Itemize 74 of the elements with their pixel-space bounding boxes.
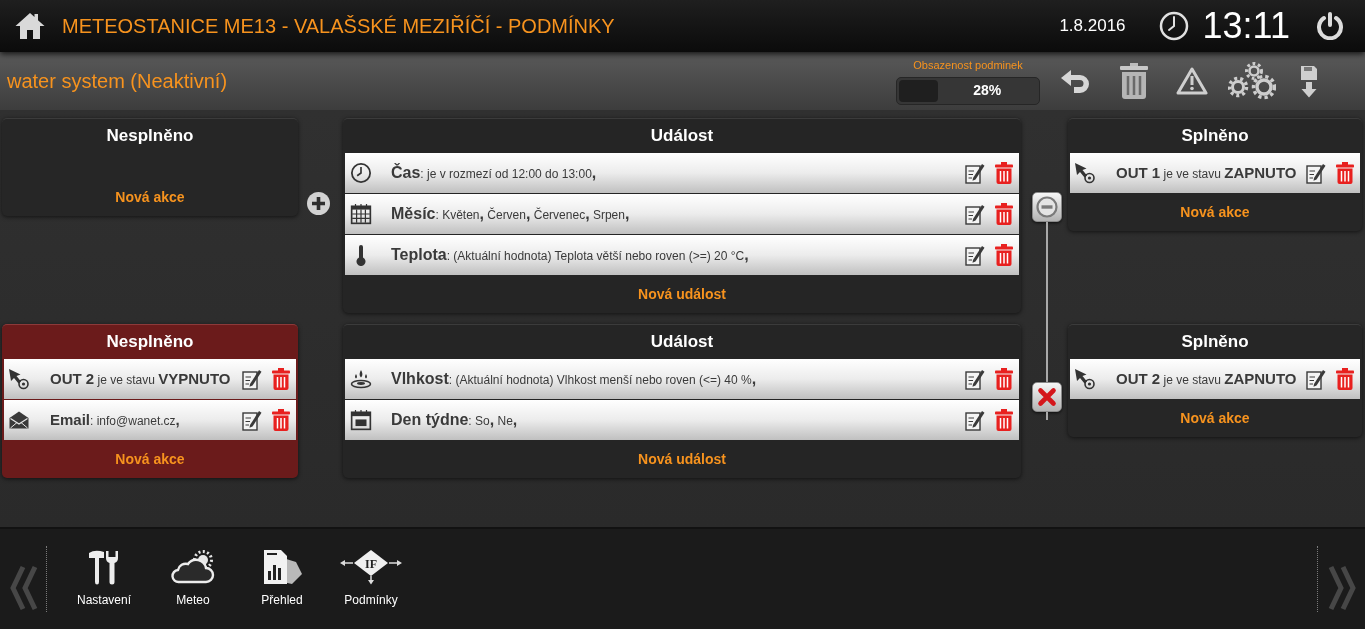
new-action-link[interactable]: Nová akce (1180, 407, 1250, 429)
home-icon[interactable] (14, 10, 46, 42)
panel-title: Splněno (1181, 125, 1249, 148)
condition-text: Vlhkost: (Aktuální hodnota) Vlhkost menší nebo roven (<=) 40 %, (391, 369, 757, 389)
edit-icon[interactable] (965, 368, 985, 390)
power-icon[interactable] (1316, 12, 1344, 40)
gears-icon[interactable] (1228, 62, 1276, 100)
floppy-download-icon[interactable] (1300, 64, 1318, 98)
chart-document-icon (261, 549, 303, 585)
delete-icon[interactable] (995, 368, 1013, 390)
delete-button[interactable] (1032, 382, 1062, 412)
plus-circle-icon[interactable] (307, 192, 330, 215)
new-action-link[interactable]: Nová akce (115, 186, 185, 208)
condition-text: Den týdne: So, Ne, (391, 410, 518, 430)
progress-reading: 28% (973, 81, 1002, 101)
action-text: OUT 2 je ve stavu ZAPNUTO (1116, 368, 1297, 389)
clock-icon (1158, 11, 1189, 41)
remove-button[interactable] (1032, 192, 1062, 222)
edit-icon[interactable] (965, 244, 985, 266)
edit-icon[interactable] (242, 368, 262, 390)
delete-icon[interactable] (272, 368, 290, 390)
action-text: OUT 2 je ve stavu VYPNUTO (50, 368, 231, 389)
delete-icon[interactable] (1336, 368, 1354, 390)
calendar-icon (350, 203, 372, 225)
undo-icon[interactable] (1060, 69, 1092, 93)
panel-title: Splněno (1181, 331, 1249, 354)
system-title: water system (Neaktivní) (7, 69, 228, 94)
condition-text: Čas: je v rozmezí od 12:00 do 13:00, (391, 162, 597, 183)
warning-icon[interactable] (1176, 67, 1208, 95)
pointer-arrow-icon (8, 368, 30, 390)
clock-icon (350, 162, 372, 184)
app-title: METEOSTANICE ME13 - VALAŠSKÉ MEZIŘÍČÍ - PODMÍNKY (62, 14, 615, 39)
water-drops-icon (350, 368, 372, 390)
panel-title: Událost (650, 125, 714, 148)
trash-icon[interactable] (1120, 63, 1148, 99)
pointer-arrow-icon (1074, 162, 1096, 184)
nav-item[interactable]: IF Podmínky (336, 549, 406, 609)
nav-item[interactable]: Nastavení (69, 549, 139, 609)
panel-title: Událost (650, 331, 714, 354)
delete-icon[interactable] (272, 409, 290, 431)
envelope-icon (8, 409, 30, 431)
new-action-link[interactable]: Nová akce (115, 448, 185, 470)
delete-icon[interactable] (995, 244, 1013, 266)
cross-icon (1037, 387, 1057, 407)
condition-text: Teplota: (Aktuální hodnota) Teplota větší nebo roven (>=) 20 °C, (391, 245, 749, 265)
occupancy-label: Obsazenost podminek (913, 58, 1023, 74)
condition-text: Měsíc: Květen, Červen, Červenec, Srpen, (391, 204, 630, 224)
calendar-icon (350, 409, 372, 431)
nav-item[interactable]: Přehled (247, 549, 317, 609)
edit-icon[interactable] (965, 203, 985, 225)
panel-title: Nesplněno (106, 125, 194, 148)
edit-icon[interactable] (965, 409, 985, 431)
minus-circle-icon (1036, 196, 1058, 218)
new-event-link[interactable]: Nová událost (638, 283, 726, 305)
date-text: 1.8.2016 (1059, 15, 1126, 38)
edit-icon[interactable] (1306, 368, 1326, 390)
edit-icon[interactable] (965, 162, 985, 184)
time-text: 13:11 (1202, 8, 1290, 44)
action-text: Email: info@wanet.cz, (50, 409, 180, 430)
delete-icon[interactable] (1336, 162, 1354, 184)
cloud-sun-icon (170, 549, 216, 585)
edit-icon[interactable] (242, 409, 262, 431)
diamond-label: IF (365, 556, 377, 571)
delete-icon[interactable] (995, 162, 1013, 184)
panel-title: Nesplněno (106, 331, 194, 354)
action-text: OUT 1 je ve stavu ZAPNUTO (1116, 162, 1297, 183)
pointer-arrow-icon (1074, 368, 1096, 390)
delete-icon[interactable] (995, 203, 1013, 225)
tools-icon (87, 549, 121, 585)
nav-item[interactable]: Meteo (158, 549, 228, 609)
new-action-link[interactable]: Nová akce (1180, 201, 1250, 223)
new-event-link[interactable]: Nová událost (638, 448, 726, 470)
delete-icon[interactable] (995, 409, 1013, 431)
edit-icon[interactable] (1306, 162, 1326, 184)
